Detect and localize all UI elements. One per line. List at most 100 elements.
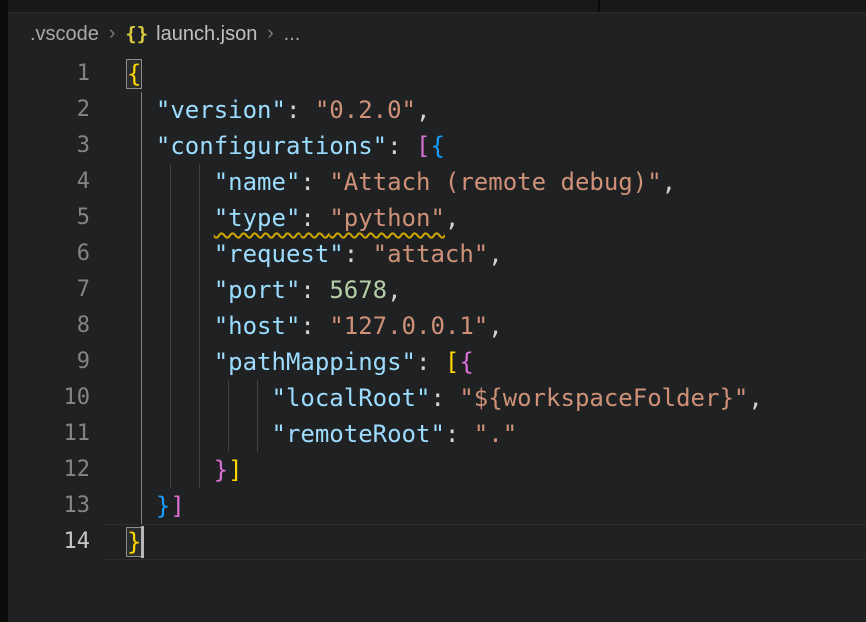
line-number[interactable]: 5 [8,200,90,236]
chevron-right-icon: › [109,23,115,45]
code-line[interactable]: 6 "request": "attach", [8,236,866,272]
code-line-text: "host": "127.0.0.1", [127,308,503,344]
code-line-text: } [127,524,141,560]
code-token: "request" [214,240,344,268]
code-token: "remoteRoot" [272,420,445,448]
breadcrumb-symbol-more[interactable]: ... [284,23,301,46]
line-number[interactable]: 3 [8,128,90,164]
warning-token: : [300,204,329,232]
line-number[interactable]: 11 [8,416,90,452]
breadcrumb-file[interactable]: launch.json [156,23,257,46]
text-cursor [141,526,144,558]
code-line-text: "name": "Attach (remote debug)", [127,164,676,200]
code-token [127,96,156,124]
code-token: "Attach (remote debug)" [329,168,661,196]
line-number[interactable]: 4 [8,164,90,200]
code-token: , [445,204,459,232]
code-editor[interactable]: 1{2 "version": "0.2.0",3 "configurations… [8,56,866,560]
line-number[interactable]: 13 [8,488,90,524]
line-number[interactable]: 10 [8,380,90,416]
code-token: "0.2.0" [315,96,416,124]
code-line[interactable]: 1{ [8,56,866,92]
code-token [127,348,214,376]
code-token: "." [474,420,517,448]
tab-bar-edge [8,0,866,13]
code-line[interactable]: 7 "port": 5678, [8,272,866,308]
code-line[interactable]: 13 }] [8,488,866,524]
code-line-text: "configurations": [{ [127,128,445,164]
code-line-text: "type": "python", [127,200,459,236]
code-line-text: "localRoot": "${workspaceFolder}", [127,380,763,416]
code-line[interactable]: 2 "version": "0.2.0", [8,92,866,128]
line-number[interactable]: 1 [8,56,90,92]
code-token: } [214,456,228,484]
code-line[interactable]: 5 "type": "python", [8,200,866,236]
tab-divider [598,0,600,12]
code-token: { [459,348,473,376]
code-token: { [430,132,444,160]
code-token [127,276,214,304]
code-line[interactable]: 3 "configurations": [{ [8,128,866,164]
code-token [127,492,156,520]
code-token: , [748,384,762,412]
code-token: ] [170,492,184,520]
code-line[interactable]: 9 "pathMappings": [{ [8,344,866,380]
code-token: "host" [214,312,301,340]
code-token: : [344,240,373,268]
line-number[interactable]: 14 [8,524,90,560]
code-token: "localRoot" [272,384,431,412]
breadcrumb-folder[interactable]: .vscode [30,23,99,46]
warning-token: "python" [329,204,445,232]
code-token [127,204,214,232]
code-token: , [662,168,676,196]
code-token: "pathMappings" [214,348,416,376]
code-token: : [445,420,474,448]
code-line[interactable]: 12 }] [8,452,866,488]
code-token [127,312,214,340]
vscode-editor-window: .vscode › {} launch.json › ... 1{2 "vers… [0,0,866,622]
warning-token: "type" [214,204,301,232]
code-line[interactable]: 8 "host": "127.0.0.1", [8,308,866,344]
matched-bracket: } [127,528,141,556]
code-line-text: { [127,56,141,92]
code-line-text: }] [127,488,185,524]
code-line-text: "port": 5678, [127,272,402,308]
panel-edge-strip [0,0,8,622]
code-line-text: }] [127,452,243,488]
code-line-text: "pathMappings": [{ [127,344,474,380]
code-line[interactable]: 4 "name": "Attach (remote debug)", [8,164,866,200]
code-line[interactable]: 10 "localRoot": "${workspaceFolder}", [8,380,866,416]
code-token: , [387,276,401,304]
line-number[interactable]: 12 [8,452,90,488]
breadcrumb: .vscode › {} launch.json › ... [8,13,866,55]
code-token: "name" [214,168,301,196]
code-token [127,168,214,196]
code-line[interactable]: 14} [8,524,866,560]
code-line-text: "version": "0.2.0", [127,92,430,128]
code-token: : [286,96,315,124]
code-line-text: "remoteRoot": "." [127,416,517,452]
code-line-text: "request": "attach", [127,236,503,272]
code-token: : [387,132,416,160]
line-number[interactable]: 9 [8,344,90,380]
code-token: : [300,168,329,196]
json-file-icon: {} [125,23,148,45]
code-token: [ [445,348,459,376]
code-token: , [488,240,502,268]
code-token: "attach" [373,240,489,268]
code-token: "127.0.0.1" [329,312,488,340]
code-token: , [416,96,430,124]
code-line[interactable]: 11 "remoteRoot": "." [8,416,866,452]
code-token: } [156,492,170,520]
line-number[interactable]: 6 [8,236,90,272]
line-number[interactable]: 7 [8,272,90,308]
code-token: [ [416,132,430,160]
code-token: : [300,312,329,340]
matched-bracket: { [127,60,141,88]
line-number[interactable]: 2 [8,92,90,128]
code-token: "port" [214,276,301,304]
code-token [127,132,156,160]
code-token: : [430,384,459,412]
chevron-right-icon: › [267,23,273,45]
line-number[interactable]: 8 [8,308,90,344]
